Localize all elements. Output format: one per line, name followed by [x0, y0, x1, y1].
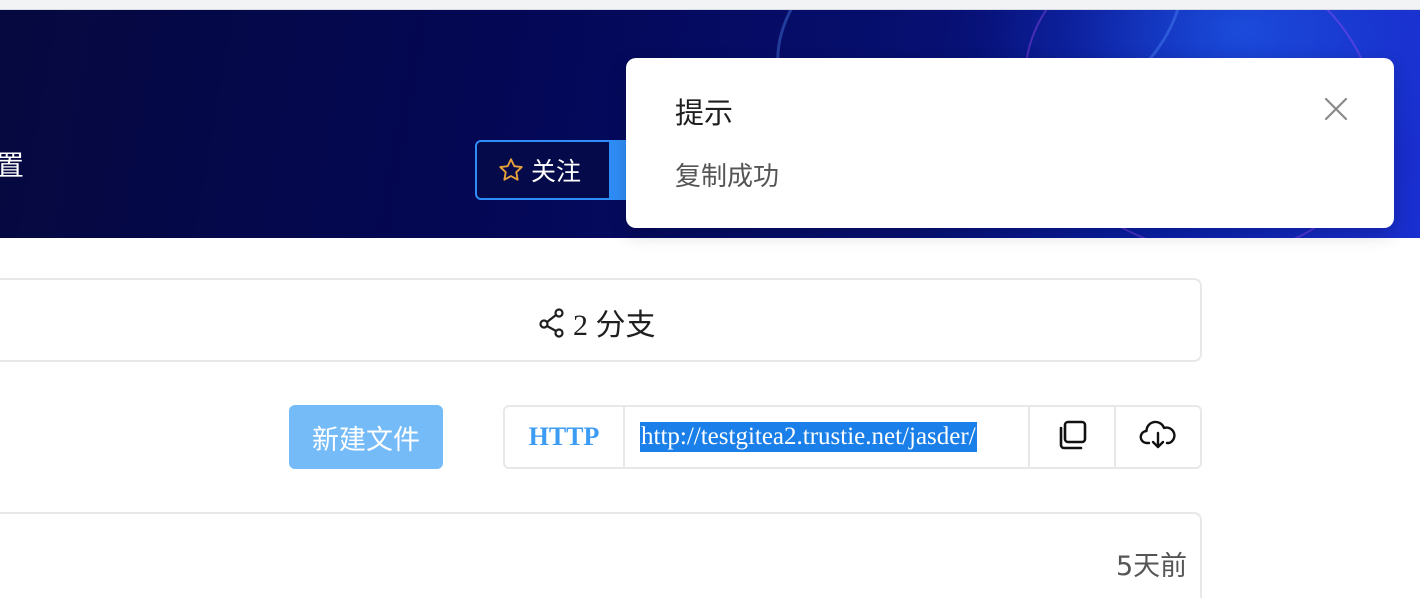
clone-protocol-button[interactable]: HTTP: [505, 407, 625, 467]
notification-toast: 提示 复制成功: [626, 58, 1394, 228]
branch-count-label: 2 分支: [573, 309, 656, 342]
star-icon: [497, 155, 527, 185]
watch-label: 关注: [531, 157, 582, 186]
copy-icon: [1055, 418, 1089, 456]
cloud-download-icon: [1139, 419, 1177, 455]
commit-time: 5天前: [1116, 551, 1188, 582]
watch-button[interactable]: 关注: [475, 140, 645, 200]
settings-nav-item[interactable]: 置: [0, 148, 24, 184]
branch-icon: [537, 306, 567, 338]
clone-url-text: http://testgitea2.trustie.net/jasder/: [640, 422, 977, 452]
clone-url-field[interactable]: http://testgitea2.trustie.net/jasder/: [625, 407, 1030, 467]
copy-button[interactable]: [1030, 407, 1116, 467]
download-button[interactable]: [1116, 407, 1200, 467]
branches-link[interactable]: 2 分支: [537, 300, 656, 344]
clone-url-box: HTTP http://testgitea2.trustie.net/jasde…: [503, 405, 1202, 469]
close-icon[interactable]: [1321, 94, 1351, 124]
toast-title: 提示: [675, 96, 734, 130]
branch-stats-bar: 2 分支: [0, 278, 1202, 362]
toast-message: 复制成功: [675, 162, 780, 192]
new-file-button[interactable]: 新建文件: [289, 405, 443, 469]
latest-commit-bar: 5天前: [0, 512, 1202, 598]
browser-top-edge: [0, 0, 1420, 10]
